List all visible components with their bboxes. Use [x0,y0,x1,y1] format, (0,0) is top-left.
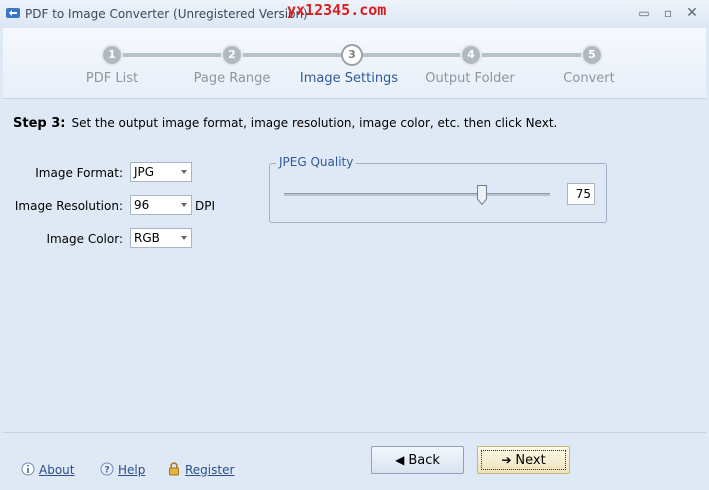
footer-bar: About ? Help Register ◀ Back ➔ Next [3,432,706,488]
arrow-left-icon: ◀ [395,453,405,467]
step-label-page-range: Page Range [193,71,271,86]
app-window: PDF to Image Converter (Unregistered Ver… [0,0,709,490]
back-button[interactable]: ◀ Back [371,446,464,474]
app-logo-icon [6,8,20,18]
info-icon [21,462,35,476]
window-title: PDF to Image Converter (Unregistered Ver… [25,7,308,21]
step-label-pdf-list: PDF List [85,71,139,86]
back-button-label: Back [408,453,440,468]
image-color-value: RGB [134,231,160,245]
chevron-down-icon [181,203,187,207]
step-label-convert: Convert [563,71,615,86]
wizard-stepper: 1 PDF List 2 Page Range 3 Image Settings… [3,28,706,99]
watermark-text: yx12345.com [287,1,387,19]
next-button[interactable]: ➔ Next [477,446,570,474]
step-5-indicator: 5 [581,44,603,66]
image-format-value: JPG [134,165,155,179]
jpeg-quality-slider-thumb[interactable] [477,185,487,205]
maximize-button[interactable]: ▫ [660,6,676,20]
register-link-label: Register [185,463,235,477]
help-icon: ? [100,462,114,476]
register-link[interactable]: Register [169,462,235,477]
image-format-label: Image Format: [35,166,123,180]
lock-icon [169,462,179,476]
step-1-indicator: 1 [101,44,123,66]
step-description: Set the output image format, image resol… [71,116,558,130]
chevron-down-icon [181,170,187,174]
image-resolution-select[interactable]: 96 [130,195,192,215]
about-link[interactable]: About [21,462,75,477]
jpeg-quality-slider-track[interactable] [284,193,550,196]
settings-panel: Step 3: Set the output image format, imag… [3,99,706,432]
focus-ring [481,450,566,470]
image-format-select[interactable]: JPG [130,162,192,182]
jpeg-quality-group: JPEG Quality 75 [269,155,607,223]
step-instruction: Step 3: Set the output image format, imag… [13,116,557,131]
image-color-select[interactable]: RGB [130,228,192,248]
jpeg-quality-title: JPEG Quality [276,155,357,169]
image-color-label: Image Color: [46,232,123,246]
step-3-indicator: 3 [341,44,363,66]
step-4-indicator: 4 [460,44,482,66]
about-link-label: About [39,463,75,477]
close-button[interactable]: ✕ [684,6,700,20]
title-bar: PDF to Image Converter (Unregistered Ver… [0,0,709,28]
svg-text:?: ? [104,466,109,476]
step-label-output-folder: Output Folder [425,71,515,86]
help-link[interactable]: ? Help [100,462,146,477]
help-link-label: Help [118,463,146,477]
jpeg-quality-input[interactable]: 75 [567,183,595,205]
step-2-indicator: 2 [221,44,243,66]
step-title: Step 3: [13,116,66,131]
chevron-down-icon [181,236,187,240]
image-resolution-label: Image Resolution: [14,199,123,213]
image-resolution-value: 96 [134,198,150,212]
dpi-unit-label: DPI [195,199,216,213]
minimize-button[interactable]: ▭ [636,6,652,20]
step-label-image-settings: Image Settings [299,71,399,86]
